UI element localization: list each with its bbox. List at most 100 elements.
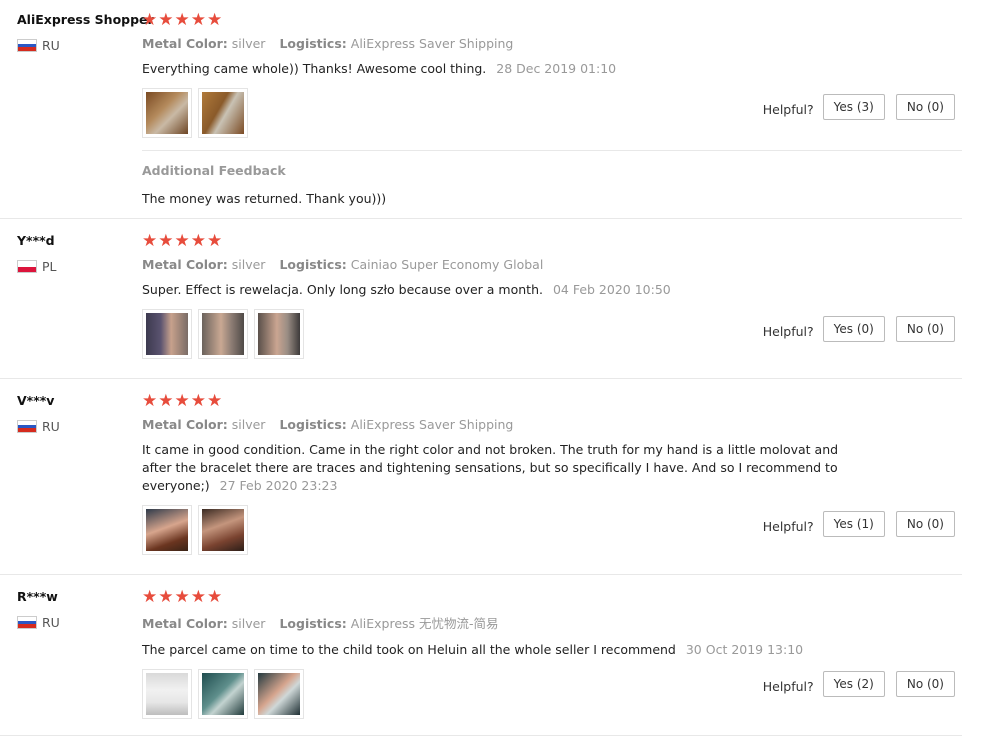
review-card: V***v RU ★ ★ ★ ★ ★ Metal Color: silver Logistics… bbox=[0, 381, 962, 575]
star-icon: ★ bbox=[142, 587, 158, 607]
review-photo-2[interactable] bbox=[198, 88, 248, 138]
helpful-no-button[interactable]: No (0) bbox=[895, 511, 955, 537]
review-photo-2[interactable] bbox=[198, 669, 248, 719]
logistics-label: Logistics: bbox=[279, 616, 347, 631]
star-icon: ★ bbox=[158, 391, 174, 411]
metal-color-label: Metal Color: bbox=[142, 36, 228, 51]
star-icon: ★ bbox=[207, 231, 223, 251]
product-attributes: Metal Color: silver Logistics: AliExpress… bbox=[142, 36, 962, 51]
review-text: It came in good condition. Came in the r… bbox=[142, 441, 852, 495]
country-flag-icon bbox=[17, 39, 37, 52]
product-attributes: Metal Color: silver Logistics: AliExpress… bbox=[142, 417, 962, 432]
review-text: Super. Effect is rewelacja. Only long sz… bbox=[142, 281, 852, 299]
helpful-yes-button[interactable]: Yes (2) bbox=[822, 671, 885, 697]
review-divider bbox=[0, 218, 962, 219]
review-text: Everything came whole)) Thanks! Awesome … bbox=[142, 60, 852, 78]
metal-color-value: silver bbox=[231, 257, 266, 272]
helpful-yes-button[interactable]: Yes (0) bbox=[822, 316, 885, 342]
additional-feedback-heading: Additional Feedback bbox=[142, 163, 286, 178]
star-icon: ★ bbox=[190, 391, 206, 411]
helpful-label: Helpful? bbox=[762, 101, 814, 117]
star-icon: ★ bbox=[142, 10, 158, 30]
review-date: 27 Feb 2020 23:23 bbox=[219, 478, 338, 493]
review-photo-3[interactable] bbox=[254, 669, 304, 719]
metal-color-value: silver bbox=[231, 417, 266, 432]
metal-color-value: silver bbox=[231, 36, 266, 51]
star-icon: ★ bbox=[207, 587, 223, 607]
review-body: Super. Effect is rewelacja. Only long sz… bbox=[142, 282, 543, 297]
review-divider bbox=[0, 378, 962, 379]
star-icon: ★ bbox=[158, 10, 174, 30]
metal-color-label: Metal Color: bbox=[142, 257, 228, 272]
reviewer-name: V***v bbox=[17, 393, 55, 408]
review-card: Y***d PL ★ ★ ★ ★ ★ Metal Color: silver Logistics… bbox=[0, 221, 962, 379]
star-icon: ★ bbox=[174, 231, 190, 251]
review-content: ★ ★ ★ ★ ★ Metal Color: silver Logistics: AliEx… bbox=[142, 589, 962, 719]
logistics-value: AliExpress Saver Shipping bbox=[350, 417, 514, 432]
reviewer-country: RU bbox=[17, 615, 60, 630]
review-photo-2[interactable] bbox=[198, 505, 248, 555]
star-icon: ★ bbox=[174, 391, 190, 411]
star-icon: ★ bbox=[142, 391, 158, 411]
metal-color-label: Metal Color: bbox=[142, 417, 228, 432]
reviewer-name: Y***d bbox=[17, 233, 55, 248]
star-icon: ★ bbox=[190, 231, 206, 251]
logistics-label: Logistics: bbox=[279, 257, 347, 272]
star-icon: ★ bbox=[158, 231, 174, 251]
review-divider bbox=[0, 735, 962, 736]
star-icon: ★ bbox=[158, 587, 174, 607]
logistics-value: AliExpress 无忧物流-简易 bbox=[350, 616, 499, 631]
country-flag-icon bbox=[17, 420, 37, 433]
reviewer-country: PL bbox=[17, 259, 57, 274]
review-photo-2[interactable] bbox=[198, 309, 248, 359]
review-card: R***w RU ★ ★ ★ ★ ★ Metal Color: silver Logistics… bbox=[0, 577, 962, 736]
country-flag-icon bbox=[17, 616, 37, 629]
review-text: The parcel came on time to the child too… bbox=[142, 641, 852, 659]
helpful-votes: Helpful? Yes (3) No (0) bbox=[763, 94, 955, 120]
helpful-no-button[interactable]: No (0) bbox=[895, 94, 955, 120]
logistics-value: Cainiao Super Economy Global bbox=[350, 257, 544, 272]
review-photo-1[interactable] bbox=[142, 505, 192, 555]
review-card: AliExpress Shopper RU ★ ★ ★ ★ ★ Metal Color: si… bbox=[0, 0, 962, 219]
review-date: 28 Dec 2019 01:10 bbox=[496, 61, 617, 76]
star-rating: ★ ★ ★ ★ ★ bbox=[142, 10, 962, 30]
helpful-votes: Helpful? Yes (2) No (0) bbox=[763, 671, 955, 697]
helpful-label: Helpful? bbox=[762, 518, 814, 534]
metal-color-value: silver bbox=[231, 616, 266, 631]
product-attributes: Metal Color: silver Logistics: Cainiao Su… bbox=[142, 257, 962, 272]
helpful-label: Helpful? bbox=[762, 323, 814, 339]
logistics-label: Logistics: bbox=[279, 417, 347, 432]
country-code: PL bbox=[42, 259, 57, 274]
review-body: The parcel came on time to the child too… bbox=[142, 642, 676, 657]
star-icon: ★ bbox=[174, 10, 190, 30]
country-code: RU bbox=[42, 38, 60, 53]
helpful-no-button[interactable]: No (0) bbox=[895, 316, 955, 342]
star-icon: ★ bbox=[142, 231, 158, 251]
review-photo-1[interactable] bbox=[142, 88, 192, 138]
review-photo-3[interactable] bbox=[254, 309, 304, 359]
logistics-label: Logistics: bbox=[279, 36, 347, 51]
reviewer-name: R***w bbox=[17, 589, 58, 604]
additional-divider bbox=[142, 150, 962, 151]
star-icon: ★ bbox=[190, 10, 206, 30]
reviewer-country: RU bbox=[17, 419, 60, 434]
review-photo-1[interactable] bbox=[142, 309, 192, 359]
helpful-votes: Helpful? Yes (0) No (0) bbox=[763, 316, 955, 342]
country-code: RU bbox=[42, 419, 60, 434]
helpful-yes-button[interactable]: Yes (1) bbox=[822, 511, 885, 537]
helpful-yes-button[interactable]: Yes (3) bbox=[822, 94, 885, 120]
review-date: 04 Feb 2020 10:50 bbox=[552, 282, 671, 297]
logistics-value: AliExpress Saver Shipping bbox=[350, 36, 514, 51]
star-rating: ★ ★ ★ ★ ★ bbox=[142, 231, 962, 251]
reviewer-name: AliExpress Shopper bbox=[17, 12, 154, 27]
review-photo-1[interactable] bbox=[142, 669, 192, 719]
star-icon: ★ bbox=[207, 10, 223, 30]
star-icon: ★ bbox=[207, 391, 223, 411]
review-date: 30 Oct 2019 13:10 bbox=[685, 642, 804, 657]
reviewer-country: RU bbox=[17, 38, 60, 53]
review-divider bbox=[0, 574, 962, 575]
star-icon: ★ bbox=[190, 587, 206, 607]
helpful-no-button[interactable]: No (0) bbox=[895, 671, 955, 697]
metal-color-label: Metal Color: bbox=[142, 616, 228, 631]
product-attributes: Metal Color: silver Logistics: AliExpress… bbox=[142, 613, 962, 632]
